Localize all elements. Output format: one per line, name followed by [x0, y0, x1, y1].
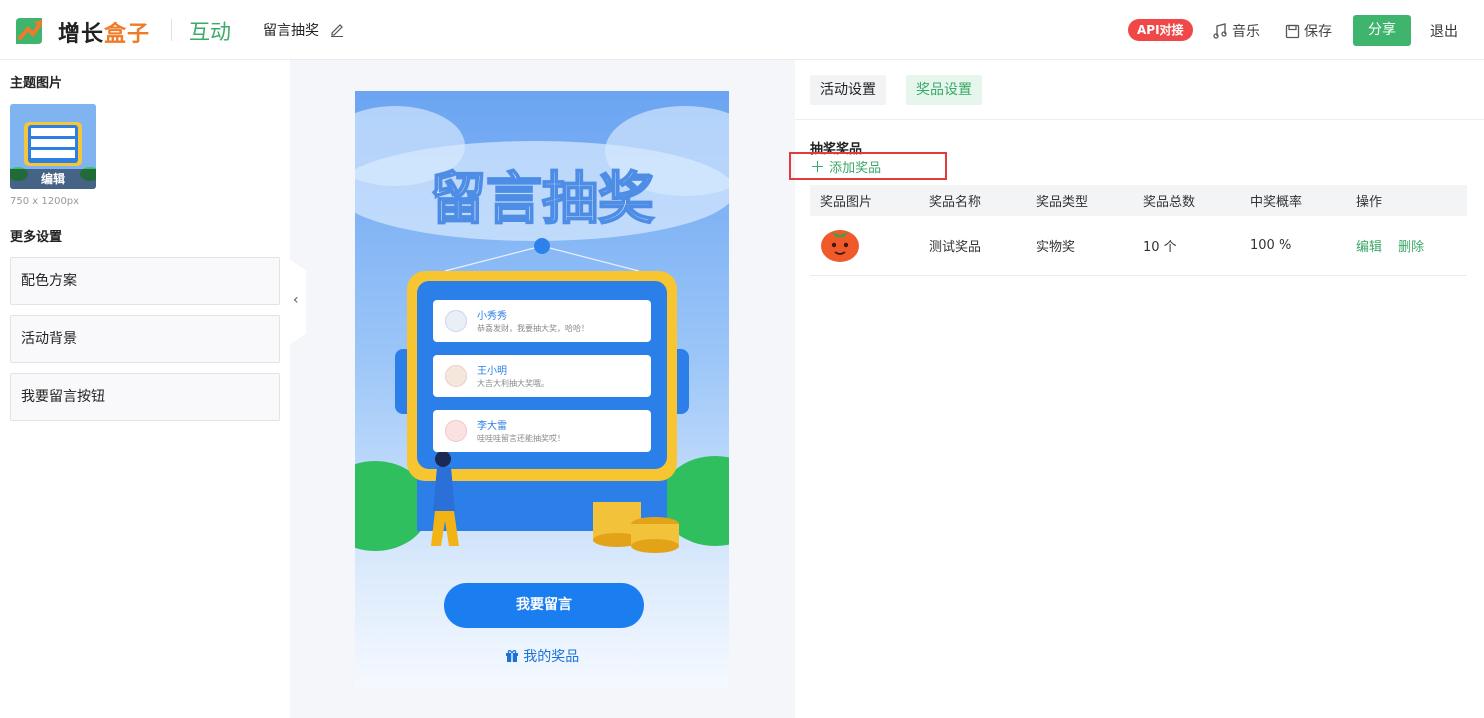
column-header: 奖品名称 [919, 185, 1026, 216]
column-header: 中奖概率 [1240, 185, 1346, 216]
tomato-prize-icon [821, 230, 859, 263]
save-label: 保存 [1304, 24, 1332, 40]
save-icon [1285, 24, 1300, 38]
my-prize-link[interactable]: 我的奖品 [355, 646, 729, 666]
chevron-left-icon: ‹ [293, 292, 299, 308]
prize-actions-cell: 编辑 删除 [1346, 216, 1467, 276]
more-settings-title: 更多设置 [10, 230, 63, 245]
comment-author: 李大雷 [477, 421, 507, 432]
theme-thumbnail[interactable]: 编辑 [10, 104, 96, 189]
gift-icon [505, 650, 518, 662]
edit-prize-link[interactable]: 编辑 [1356, 240, 1382, 255]
prize-name-cell: 测试奖品 [919, 216, 1026, 276]
music-icon [1213, 23, 1227, 39]
avatar [445, 420, 467, 442]
comment-text: 大吉大利抽大奖哦。 [477, 379, 549, 388]
setting-color-scheme[interactable]: 配色方案 [10, 257, 280, 305]
comment-author: 王小明 [477, 366, 507, 377]
image-dimensions: 750 x 1200px [10, 196, 80, 207]
comment-card: 王小明 大吉大利抽大奖哦。 [433, 355, 651, 397]
top-header: 增长盒子 互动 留言抽奖 API对接 音乐 保存 分享 退出 [0, 0, 1484, 60]
avatar [445, 310, 467, 332]
prize-probability-cell: 100 % [1240, 216, 1346, 276]
brand-name: 增长盒子 [58, 22, 151, 47]
tab-activity-settings[interactable]: 活动设置 [810, 75, 886, 105]
tab-prize-settings[interactable]: 奖品设置 [906, 75, 982, 105]
collapse-panel-button[interactable]: ‹ [290, 260, 306, 344]
add-prize-highlight-box [789, 152, 947, 180]
theme-image-title: 主题图片 [10, 76, 63, 91]
module-title: 互动 [189, 20, 231, 44]
table-row: 测试奖品 实物奖 10 个 100 % 编辑 删除 [810, 216, 1467, 276]
preview-area: ‹ 留言抽奖 小秀秀 恭喜发财，我要抽大奖，哈哈！ 王小明 大吉大利抽大奖哦。 … [290, 60, 795, 718]
header-divider [171, 19, 172, 41]
column-header: 操作 [1346, 185, 1467, 216]
api-badge[interactable]: API对接 [1128, 19, 1193, 41]
column-header: 奖品图片 [810, 185, 919, 216]
music-button[interactable]: 音乐 [1212, 21, 1260, 41]
share-button[interactable]: 分享 [1353, 15, 1411, 46]
column-header: 奖品类型 [1026, 185, 1133, 216]
delete-prize-link[interactable]: 删除 [1398, 240, 1424, 255]
page-title: 留言抽奖 [263, 23, 319, 39]
left-panel: 主题图片 编辑 750 x 1200px 更多设置 配色方案 活动背景 我要留言… [0, 60, 290, 718]
phone-preview: 留言抽奖 小秀秀 恭喜发财，我要抽大奖，哈哈！ 王小明 大吉大利抽大奖哦。 李大… [355, 91, 729, 688]
prize-image-cell [810, 216, 919, 276]
save-button[interactable]: 保存 [1285, 21, 1332, 41]
tabs-divider [795, 119, 1484, 120]
edit-title-icon[interactable] [329, 21, 345, 37]
table-header-row: 奖品图片 奖品名称 奖品类型 奖品总数 中奖概率 操作 [810, 185, 1467, 216]
logo-icon [16, 18, 42, 44]
prize-type-cell: 实物奖 [1026, 216, 1133, 276]
music-label: 音乐 [1232, 24, 1260, 40]
column-header: 奖品总数 [1133, 185, 1240, 216]
thumbnail-edit-button[interactable]: 编辑 [10, 169, 96, 189]
comment-text: 恭喜发财，我要抽大奖，哈哈！ [477, 324, 589, 333]
leave-message-button[interactable]: 我要留言 [444, 583, 644, 628]
my-prize-label: 我的奖品 [523, 649, 580, 665]
setting-background[interactable]: 活动背景 [10, 315, 280, 363]
avatar [445, 365, 467, 387]
comment-card: 小秀秀 恭喜发财，我要抽大奖，哈哈！ [433, 300, 651, 342]
logout-link[interactable]: 退出 [1430, 21, 1458, 41]
comment-author: 小秀秀 [477, 311, 507, 322]
setting-message-button[interactable]: 我要留言按钮 [10, 373, 280, 421]
comment-text: 哇哇哇留言还能抽奖哎！ [477, 434, 565, 443]
prize-count-cell: 10 个 [1133, 216, 1240, 276]
preview-title-art: 留言抽奖 [429, 166, 655, 233]
preview-title: 留言抽奖 [430, 167, 654, 232]
prize-table: 奖品图片 奖品名称 奖品类型 奖品总数 中奖概率 操作 测试奖品 实物奖 10 … [810, 185, 1467, 276]
comment-card: 李大雷 哇哇哇留言还能抽奖哎！ [433, 410, 651, 452]
